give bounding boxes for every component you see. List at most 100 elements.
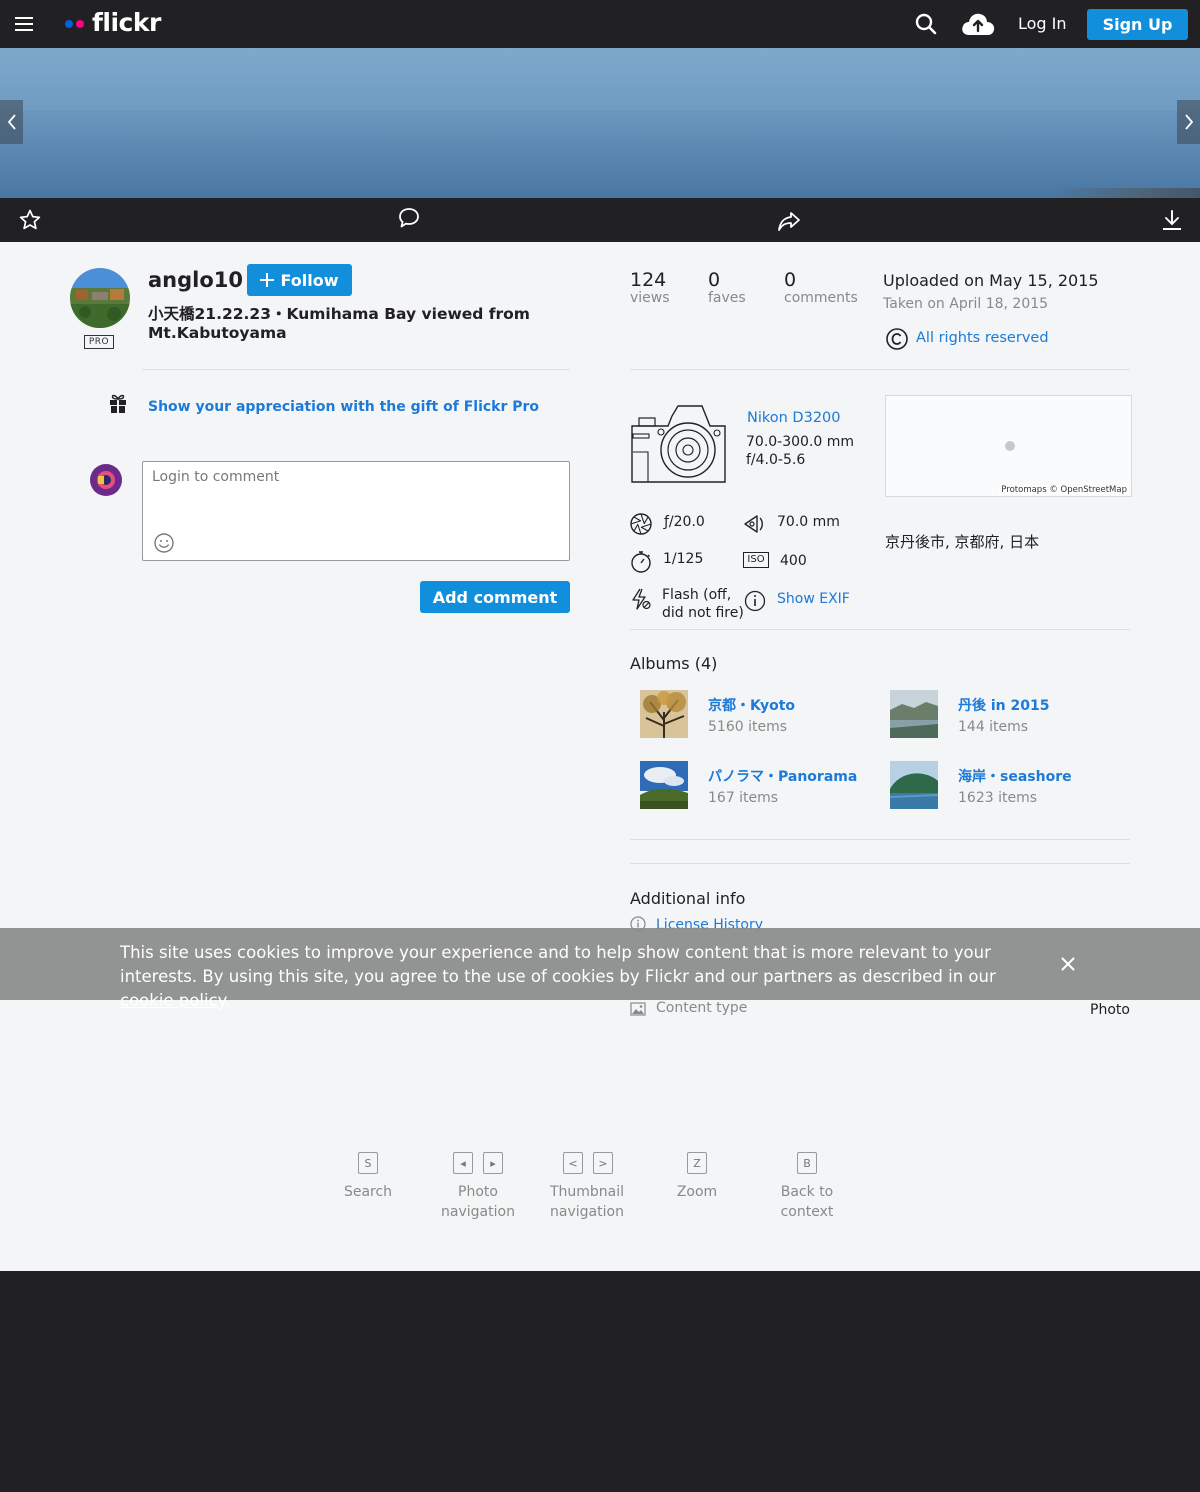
flickr-logo-dots-icon[interactable]: [64, 19, 86, 29]
gift-flickr-pro-link[interactable]: Show your appreciation with the gift of …: [148, 399, 539, 415]
views-count: 124: [630, 269, 667, 291]
signup-button[interactable]: Sign Up: [1087, 9, 1188, 40]
cookie-policy-link[interactable]: cookie policy: [120, 991, 225, 1010]
camera-aperture-range: f/4.0-5.6: [746, 452, 806, 468]
back-to-context-key: B: [797, 1152, 817, 1174]
iso-icon: ISO: [743, 552, 769, 568]
album-count: 144 items: [958, 719, 1029, 735]
plus-icon: [260, 273, 275, 287]
divider: [630, 839, 1130, 840]
upload-date: Uploaded on May 15, 2015: [883, 271, 1099, 290]
search-icon[interactable]: [914, 12, 938, 36]
shortcut-label: Zoom: [676, 1184, 718, 1200]
aperture-icon: [629, 512, 653, 536]
close-icon[interactable]: [1058, 954, 1078, 974]
taken-date[interactable]: Taken on April 18, 2015: [883, 296, 1048, 312]
image-icon: [630, 1002, 646, 1016]
album-title[interactable]: パノラマ・Panorama: [708, 766, 857, 786]
owner-username[interactable]: anglo10: [148, 268, 243, 292]
comment-icon[interactable]: [397, 206, 421, 230]
chevron-left-icon: [7, 114, 16, 130]
next-photo-key: ▸: [483, 1152, 503, 1174]
album-title[interactable]: 京都・Kyoto: [708, 695, 795, 715]
gift-icon: [108, 392, 128, 414]
cookie-text-end: .: [225, 991, 231, 1010]
divider: [630, 369, 1130, 370]
share-icon[interactable]: [777, 209, 801, 233]
photo-action-bar: [0, 198, 1200, 242]
album-thumbnail-kyoto[interactable]: [640, 690, 688, 738]
photo-location[interactable]: 京丹後市, 京都府, 日本: [885, 531, 1039, 552]
album-title[interactable]: 丹後 in 2015: [958, 695, 1049, 715]
next-photo-arrow[interactable]: [1177, 100, 1200, 144]
album-count: 167 items: [708, 790, 779, 806]
content-type-label: Content type: [656, 1000, 748, 1016]
shortcut-label: navigation: [441, 1204, 515, 1220]
comments-count: 0: [784, 269, 797, 291]
login-link[interactable]: Log In: [1018, 14, 1067, 33]
comment-placeholder: Login to comment: [152, 469, 280, 485]
album-thumbnail-panorama[interactable]: [640, 761, 688, 809]
upload-cloud-icon[interactable]: [960, 11, 996, 37]
additional-info-heading: Additional info: [630, 889, 746, 908]
focal-length-icon: [743, 512, 767, 536]
previous-photo-arrow[interactable]: [0, 100, 23, 144]
next-thumbnail-key: >: [593, 1152, 613, 1174]
map-location-marker: [1005, 441, 1015, 451]
download-icon[interactable]: [1160, 208, 1184, 232]
search-shortcut-key: S: [358, 1152, 378, 1174]
owner-avatar[interactable]: [70, 268, 130, 328]
album-thumbnail-tango-2015[interactable]: [890, 690, 938, 738]
location-map[interactable]: Protomaps © OpenStreetMap: [885, 395, 1132, 497]
add-comment-button[interactable]: Add comment: [420, 581, 570, 613]
camera-model-link[interactable]: Nikon D3200: [747, 410, 841, 426]
comments-label: comments: [784, 290, 858, 306]
album-count: 1623 items: [958, 790, 1038, 806]
album-thumbnail-seashore[interactable]: [890, 761, 938, 809]
shortcut-label: context: [780, 1204, 834, 1220]
shortcut-label: Photo: [458, 1184, 498, 1200]
exif-focal-length: 70.0 mm: [777, 514, 840, 530]
main-photo[interactable]: [0, 48, 1200, 198]
follow-label: Follow: [280, 270, 339, 290]
photo-shoreline: [1050, 188, 1200, 198]
cookie-message: This site uses cookies to improve your e…: [120, 941, 1040, 1013]
commenter-avatar: [90, 464, 122, 496]
exif-iso: 400: [780, 553, 807, 569]
albums-heading: Albums (4): [630, 654, 718, 673]
album-title[interactable]: 海岸・seashore: [958, 766, 1072, 786]
license-link[interactable]: All rights reserved: [916, 330, 1049, 346]
shortcut-label: Thumbnail: [549, 1184, 625, 1200]
exif-flash-line1: Flash (off,: [662, 587, 732, 603]
shortcut-label: Search: [343, 1184, 393, 1200]
show-exif-link[interactable]: Show EXIF: [777, 591, 850, 607]
emoji-icon[interactable]: [153, 532, 175, 554]
photo-sea: [0, 110, 1200, 198]
cookie-text: This site uses cookies to improve your e…: [120, 943, 996, 986]
fave-star-icon[interactable]: [18, 208, 42, 232]
shortcut-label: navigation: [550, 1204, 624, 1220]
album-count: 5160 items: [708, 719, 788, 735]
info-icon[interactable]: [743, 589, 767, 613]
shortcut-label: Back to: [780, 1184, 834, 1200]
exif-aperture: ƒ/20.0: [664, 514, 705, 530]
page-footer: [0, 1271, 1200, 1492]
photo-title: 小天橋21.22.23・Kumihama Bay viewed from Mt.…: [148, 305, 530, 342]
divider: [630, 863, 1130, 864]
previous-thumbnail-key: <: [563, 1152, 583, 1174]
camera-icon[interactable]: [630, 404, 728, 486]
shutter-speed-icon: [629, 550, 653, 574]
exif-shutter-speed: 1/125: [663, 551, 704, 567]
menu-icon[interactable]: [14, 14, 34, 34]
previous-photo-key: ◂: [453, 1152, 473, 1174]
chevron-right-icon: [1184, 114, 1193, 130]
follow-button[interactable]: Follow: [247, 264, 352, 296]
content-type-value: Photo: [1090, 1002, 1130, 1018]
faves-label: faves: [708, 290, 746, 306]
exif-flash-line2: did not fire): [662, 605, 744, 621]
divider: [142, 369, 570, 370]
flickr-logo[interactable]: flickr: [92, 8, 161, 37]
faves-count: 0: [708, 269, 721, 291]
map-credit[interactable]: Protomaps © OpenStreetMap: [999, 485, 1129, 495]
copyright-icon: [885, 327, 909, 351]
